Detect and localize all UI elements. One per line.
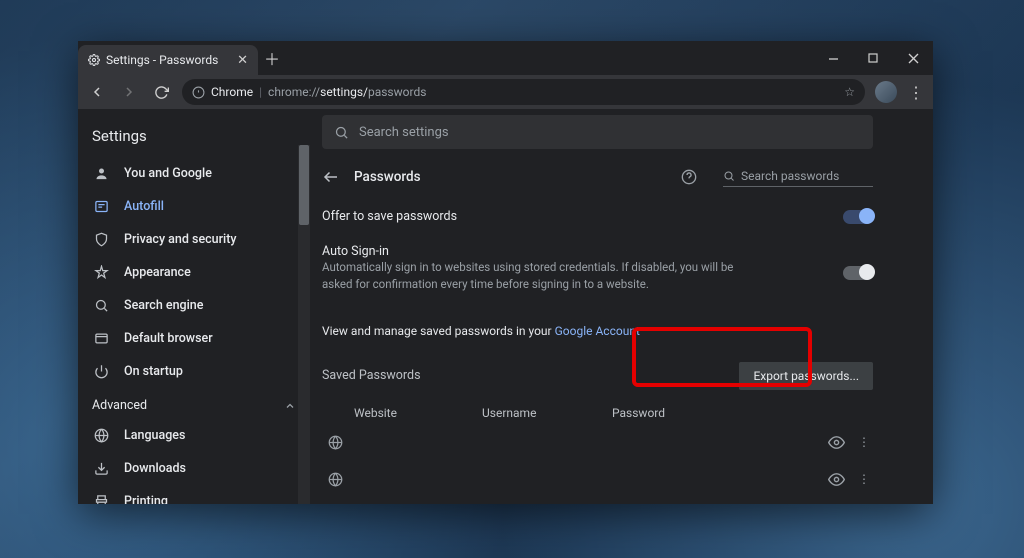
password-table-header: Website Username Password (322, 396, 873, 424)
password-search-input[interactable]: Search passwords (723, 167, 873, 187)
sidebar-item-languages[interactable]: Languages (78, 419, 310, 452)
password-row[interactable]: ⋮ (322, 498, 873, 505)
search-icon (92, 298, 110, 313)
sidebar-scrollbar-thumb[interactable] (299, 145, 309, 225)
offer-save-passwords-row: Offer to save passwords (322, 195, 873, 230)
sidebar-item-privacy[interactable]: Privacy and security (78, 223, 310, 256)
tab-title: Settings - Passwords (106, 53, 218, 67)
sidebar-item-on-startup[interactable]: On startup (78, 355, 310, 388)
row-menu-icon[interactable]: ⋮ (855, 472, 873, 486)
panel-title: Passwords (354, 169, 421, 185)
browser-tab[interactable]: Settings - Passwords ✕ (78, 45, 258, 75)
printer-icon (92, 494, 110, 504)
password-row[interactable]: ⋮ (322, 461, 873, 498)
search-icon (334, 125, 349, 140)
sidebar-group-advanced[interactable]: Advanced (78, 388, 310, 419)
help-icon[interactable] (681, 169, 697, 185)
saved-passwords-heading: Saved Passwords (322, 368, 421, 383)
autofill-icon (92, 199, 110, 214)
row-menu-icon[interactable]: ⋮ (855, 435, 873, 449)
sidebar-item-you-and-google[interactable]: You and Google (78, 157, 310, 190)
show-password-icon[interactable] (828, 471, 855, 488)
person-icon (92, 166, 110, 181)
maximize-button[interactable] (853, 41, 893, 75)
address-bar[interactable]: Chrome | chrome://settings/passwords ☆ (182, 79, 865, 105)
chevron-up-icon (284, 400, 296, 412)
browser-icon (92, 331, 110, 346)
auto-signin-row: Auto Sign-in Automatically sign in to we… (322, 230, 873, 308)
sidebar-item-search-engine[interactable]: Search engine (78, 289, 310, 322)
search-icon (723, 170, 735, 182)
settings-search-placeholder: Search settings (359, 125, 449, 140)
titlebar: Settings - Passwords ✕ ＋ (78, 41, 933, 75)
bookmark-icon[interactable]: ☆ (844, 85, 855, 99)
col-username: Username (482, 406, 612, 420)
panel-back-button[interactable] (322, 168, 340, 186)
settings-sidebar: Settings You and Google Autofill Privacy… (78, 109, 310, 504)
window-controls (813, 41, 933, 75)
url-scheme: Chrome (211, 85, 253, 99)
col-password: Password (612, 406, 873, 420)
download-icon (92, 461, 110, 476)
export-passwords-button[interactable]: Export passwords... (739, 362, 873, 390)
chrome-menu-icon[interactable]: ⋮ (907, 83, 925, 102)
close-window-button[interactable] (893, 41, 933, 75)
auto-signin-desc: Automatically sign in to websites using … (322, 259, 742, 302)
site-globe-icon (322, 472, 354, 487)
gear-icon (88, 54, 100, 66)
toolbar: Chrome | chrome://settings/passwords ☆ ⋮ (78, 75, 933, 109)
power-icon (92, 364, 110, 379)
password-row[interactable]: ⋮ (322, 424, 873, 461)
settings-main: Search settings Passwords Search passwor… (310, 109, 933, 504)
sidebar-item-default-browser[interactable]: Default browser (78, 322, 310, 355)
auto-signin-label: Auto Sign-in (322, 244, 843, 259)
globe-icon (92, 428, 110, 443)
settings-content: Settings You and Google Autofill Privacy… (78, 109, 933, 504)
profile-avatar[interactable] (875, 81, 897, 103)
site-info-icon[interactable] (192, 86, 205, 99)
back-button[interactable] (86, 84, 108, 100)
site-globe-icon (322, 435, 354, 450)
manage-passwords-row: View and manage saved passwords in your … (322, 308, 873, 344)
google-account-link[interactable]: Google Account (555, 324, 640, 338)
sidebar-item-autofill[interactable]: Autofill (78, 190, 310, 223)
palette-icon (92, 265, 110, 280)
show-password-icon[interactable] (828, 434, 855, 451)
shield-icon (92, 232, 110, 247)
new-tab-button[interactable]: ＋ (258, 41, 286, 75)
sidebar-item-downloads[interactable]: Downloads (78, 452, 310, 485)
password-search-placeholder: Search passwords (741, 169, 839, 183)
settings-search-input[interactable]: Search settings (322, 115, 873, 149)
url-path: chrome://settings/passwords (268, 85, 426, 99)
auto-signin-toggle[interactable] (843, 266, 873, 280)
sidebar-item-appearance[interactable]: Appearance (78, 256, 310, 289)
sidebar-item-printing[interactable]: Printing (78, 485, 310, 504)
forward-button[interactable] (118, 84, 140, 100)
minimize-button[interactable] (813, 41, 853, 75)
col-website: Website (322, 406, 482, 420)
offer-save-passwords-toggle[interactable] (843, 210, 873, 224)
settings-title: Settings (78, 123, 310, 157)
tab-close-icon[interactable]: ✕ (237, 53, 248, 68)
reload-button[interactable] (150, 85, 172, 100)
browser-window: Settings - Passwords ✕ ＋ Chrome | chrome… (78, 41, 933, 504)
